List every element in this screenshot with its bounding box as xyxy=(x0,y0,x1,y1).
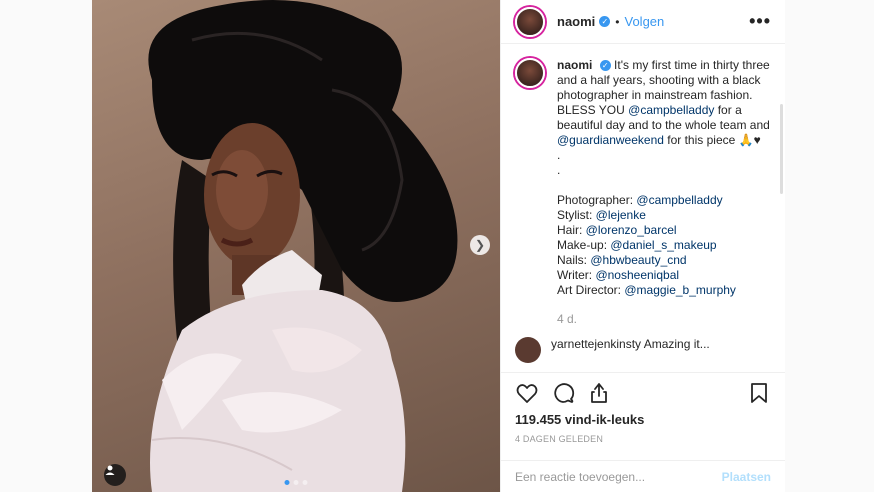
like-count[interactable]: 119.455 vind-ik-leuks xyxy=(515,412,644,427)
action-bar xyxy=(501,372,785,412)
caption-avatar[interactable] xyxy=(515,58,545,88)
mention-link[interactable]: @nosheeniqbal xyxy=(595,268,679,282)
heart-icon[interactable] xyxy=(515,381,539,405)
carousel-dot xyxy=(284,480,290,485)
caption: naomi ✓ It's my first time in thirty thr… xyxy=(515,58,771,327)
post-comment-button[interactable]: Plaatsen xyxy=(722,470,771,484)
chevron-right-icon[interactable]: ❯ xyxy=(470,235,490,255)
post-panel: naomi ✓ • Volgen ••• naomi ✓ It's my fir… xyxy=(500,0,785,492)
follow-button[interactable]: Volgen xyxy=(625,14,665,29)
credit-line: Photographer: @campbelladdy xyxy=(557,193,723,207)
caption-dot: . xyxy=(557,148,561,162)
credit-line: Hair: @lorenzo_barcel xyxy=(557,223,677,237)
caption-dot: . xyxy=(557,163,561,177)
caption-username[interactable]: naomi xyxy=(557,58,592,72)
add-comment-bar: Plaatsen xyxy=(501,460,785,492)
portrait-image xyxy=(148,0,458,492)
more-options-icon[interactable]: ••• xyxy=(749,11,771,32)
comment-input[interactable] xyxy=(515,469,722,484)
page-background xyxy=(785,0,874,492)
avatar[interactable] xyxy=(515,6,545,37)
user-tag-icon[interactable] xyxy=(104,464,126,486)
post-header: naomi ✓ • Volgen ••• xyxy=(501,0,785,44)
credit-line: Writer: @nosheeniqbal xyxy=(557,268,680,282)
comments-section[interactable]: naomi ✓ It's my first time in thirty thr… xyxy=(501,44,785,370)
bookmark-icon[interactable] xyxy=(747,381,771,405)
comment-item: yarnettejenkinsty Amazing it... xyxy=(515,337,771,363)
caption-age: 4 d. xyxy=(557,312,578,326)
verified-badge-icon: ✓ xyxy=(599,16,611,27)
mention-link[interactable]: @daniel_s_makeup xyxy=(610,238,716,252)
credit-line: Nails: @hbwbeauty_cnd xyxy=(557,253,687,267)
carousel-dot xyxy=(302,480,308,485)
mention-link[interactable]: @campbelladdy xyxy=(628,103,714,117)
post-photo[interactable]: ❯ xyxy=(92,0,500,492)
mention-link[interactable]: @maggie_b_murphy xyxy=(624,283,736,297)
credit-line: Make-up: @daniel_s_makeup xyxy=(557,238,717,252)
mention-link[interactable]: @guardianweekend xyxy=(557,133,664,147)
separator: • xyxy=(615,14,620,29)
carousel-dot xyxy=(293,480,299,485)
comment-icon[interactable] xyxy=(551,381,575,405)
header-username[interactable]: naomi xyxy=(557,14,595,29)
avatar[interactable] xyxy=(515,337,541,363)
post-date[interactable]: 4 DAGEN GELEDEN xyxy=(515,434,603,444)
mention-link[interactable]: @lorenzo_barcel xyxy=(586,223,677,237)
credit-line: Stylist: @lejenke xyxy=(557,208,646,222)
mention-link[interactable]: @lejenke xyxy=(596,208,646,222)
comment-text: yarnettejenkinsty Amazing it... xyxy=(551,337,710,351)
carousel-dots xyxy=(284,480,308,485)
verified-badge-icon: ✓ xyxy=(599,60,611,72)
caption-text: for this piece 🙏♥ xyxy=(663,133,761,147)
mention-link[interactable]: @hbwbeauty_cnd xyxy=(590,253,686,267)
share-icon[interactable] xyxy=(587,381,611,405)
scrollbar[interactable] xyxy=(780,104,783,194)
credit-line: Art Director: @maggie_b_murphy xyxy=(557,283,736,297)
caption-body: naomi ✓ It's my first time in thirty thr… xyxy=(557,58,771,327)
mention-link[interactable]: @campbelladdy xyxy=(636,193,722,207)
